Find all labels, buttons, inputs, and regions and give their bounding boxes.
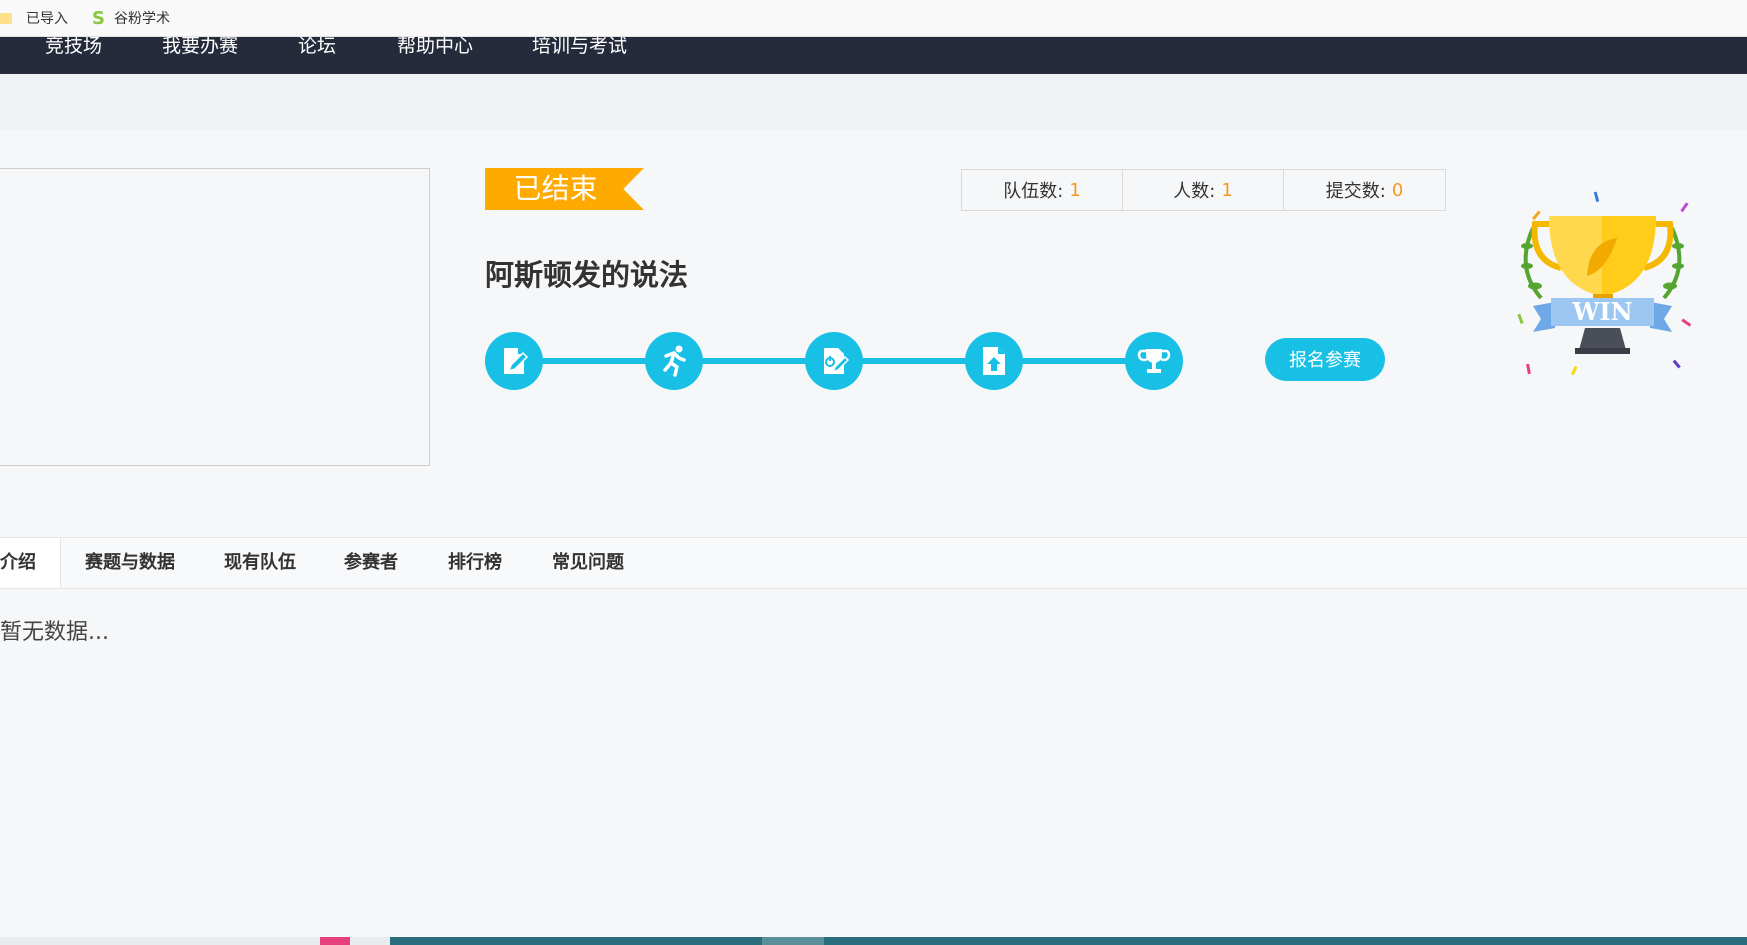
power-document-icon bbox=[805, 332, 863, 390]
competition-title: 阿斯顿发的说法 bbox=[485, 258, 689, 292]
signup-button[interactable]: 报名参赛 bbox=[1265, 338, 1385, 381]
empty-state-text: 暂无数据... bbox=[0, 620, 109, 645]
bookmark-imported[interactable]: 已导入 bbox=[0, 8, 68, 28]
upload-file-icon bbox=[965, 332, 1023, 390]
tab-faq[interactable]: 常见问题 bbox=[552, 538, 624, 588]
competition-stats: 队伍数: 1 人数: 1 提交数: 0 bbox=[961, 169, 1446, 211]
edit-document-icon bbox=[485, 332, 543, 390]
nav-item-training[interactable]: 培训与考试 bbox=[532, 37, 627, 58]
s-logo-icon: S bbox=[92, 7, 105, 29]
competition-steps bbox=[485, 332, 1183, 390]
bookmark-gufen[interactable]: S 谷粉学术 bbox=[92, 8, 170, 29]
trophy-icon bbox=[1125, 332, 1183, 390]
stat-teams: 队伍数: 1 bbox=[962, 170, 1123, 210]
status-badge: 已结束 bbox=[485, 168, 644, 210]
bookmark-label: 谷粉学术 bbox=[113, 11, 170, 27]
tab-teams[interactable]: 现有队伍 bbox=[224, 538, 296, 588]
tab-leaderboard[interactable]: 排行榜 bbox=[448, 538, 502, 588]
win-trophy-image: WIN bbox=[1505, 188, 1700, 383]
running-icon bbox=[645, 332, 703, 390]
main-nav: 竞技场 我要办赛 论坛 帮助中心 培训与考试 bbox=[0, 37, 1747, 74]
tab-problems-data[interactable]: 赛题与数据 bbox=[85, 538, 175, 588]
tab-participants[interactable]: 参赛者 bbox=[344, 538, 398, 588]
header-band bbox=[0, 74, 1747, 130]
competition-cover-image bbox=[0, 168, 430, 466]
nav-item-arena[interactable]: 竞技场 bbox=[45, 37, 102, 58]
nav-item-forum[interactable]: 论坛 bbox=[298, 37, 336, 58]
folder-icon bbox=[0, 12, 12, 24]
nav-item-host[interactable]: 我要办赛 bbox=[162, 37, 238, 58]
bookmark-label: 已导入 bbox=[26, 11, 68, 27]
stat-people: 人数: 1 bbox=[1123, 170, 1284, 210]
bookmarks-bar: 已导入 S 谷粉学术 bbox=[0, 0, 1747, 37]
taskbar bbox=[0, 937, 1747, 945]
stat-submissions: 提交数: 0 bbox=[1325, 179, 1404, 203]
tab-bar: 介绍 赛题与数据 现有队伍 参赛者 排行榜 常见问题 bbox=[0, 537, 1747, 589]
nav-item-help[interactable]: 帮助中心 bbox=[397, 37, 473, 58]
tab-intro[interactable]: 介绍 bbox=[0, 538, 61, 588]
trophy-win-text: WIN bbox=[1571, 297, 1632, 326]
